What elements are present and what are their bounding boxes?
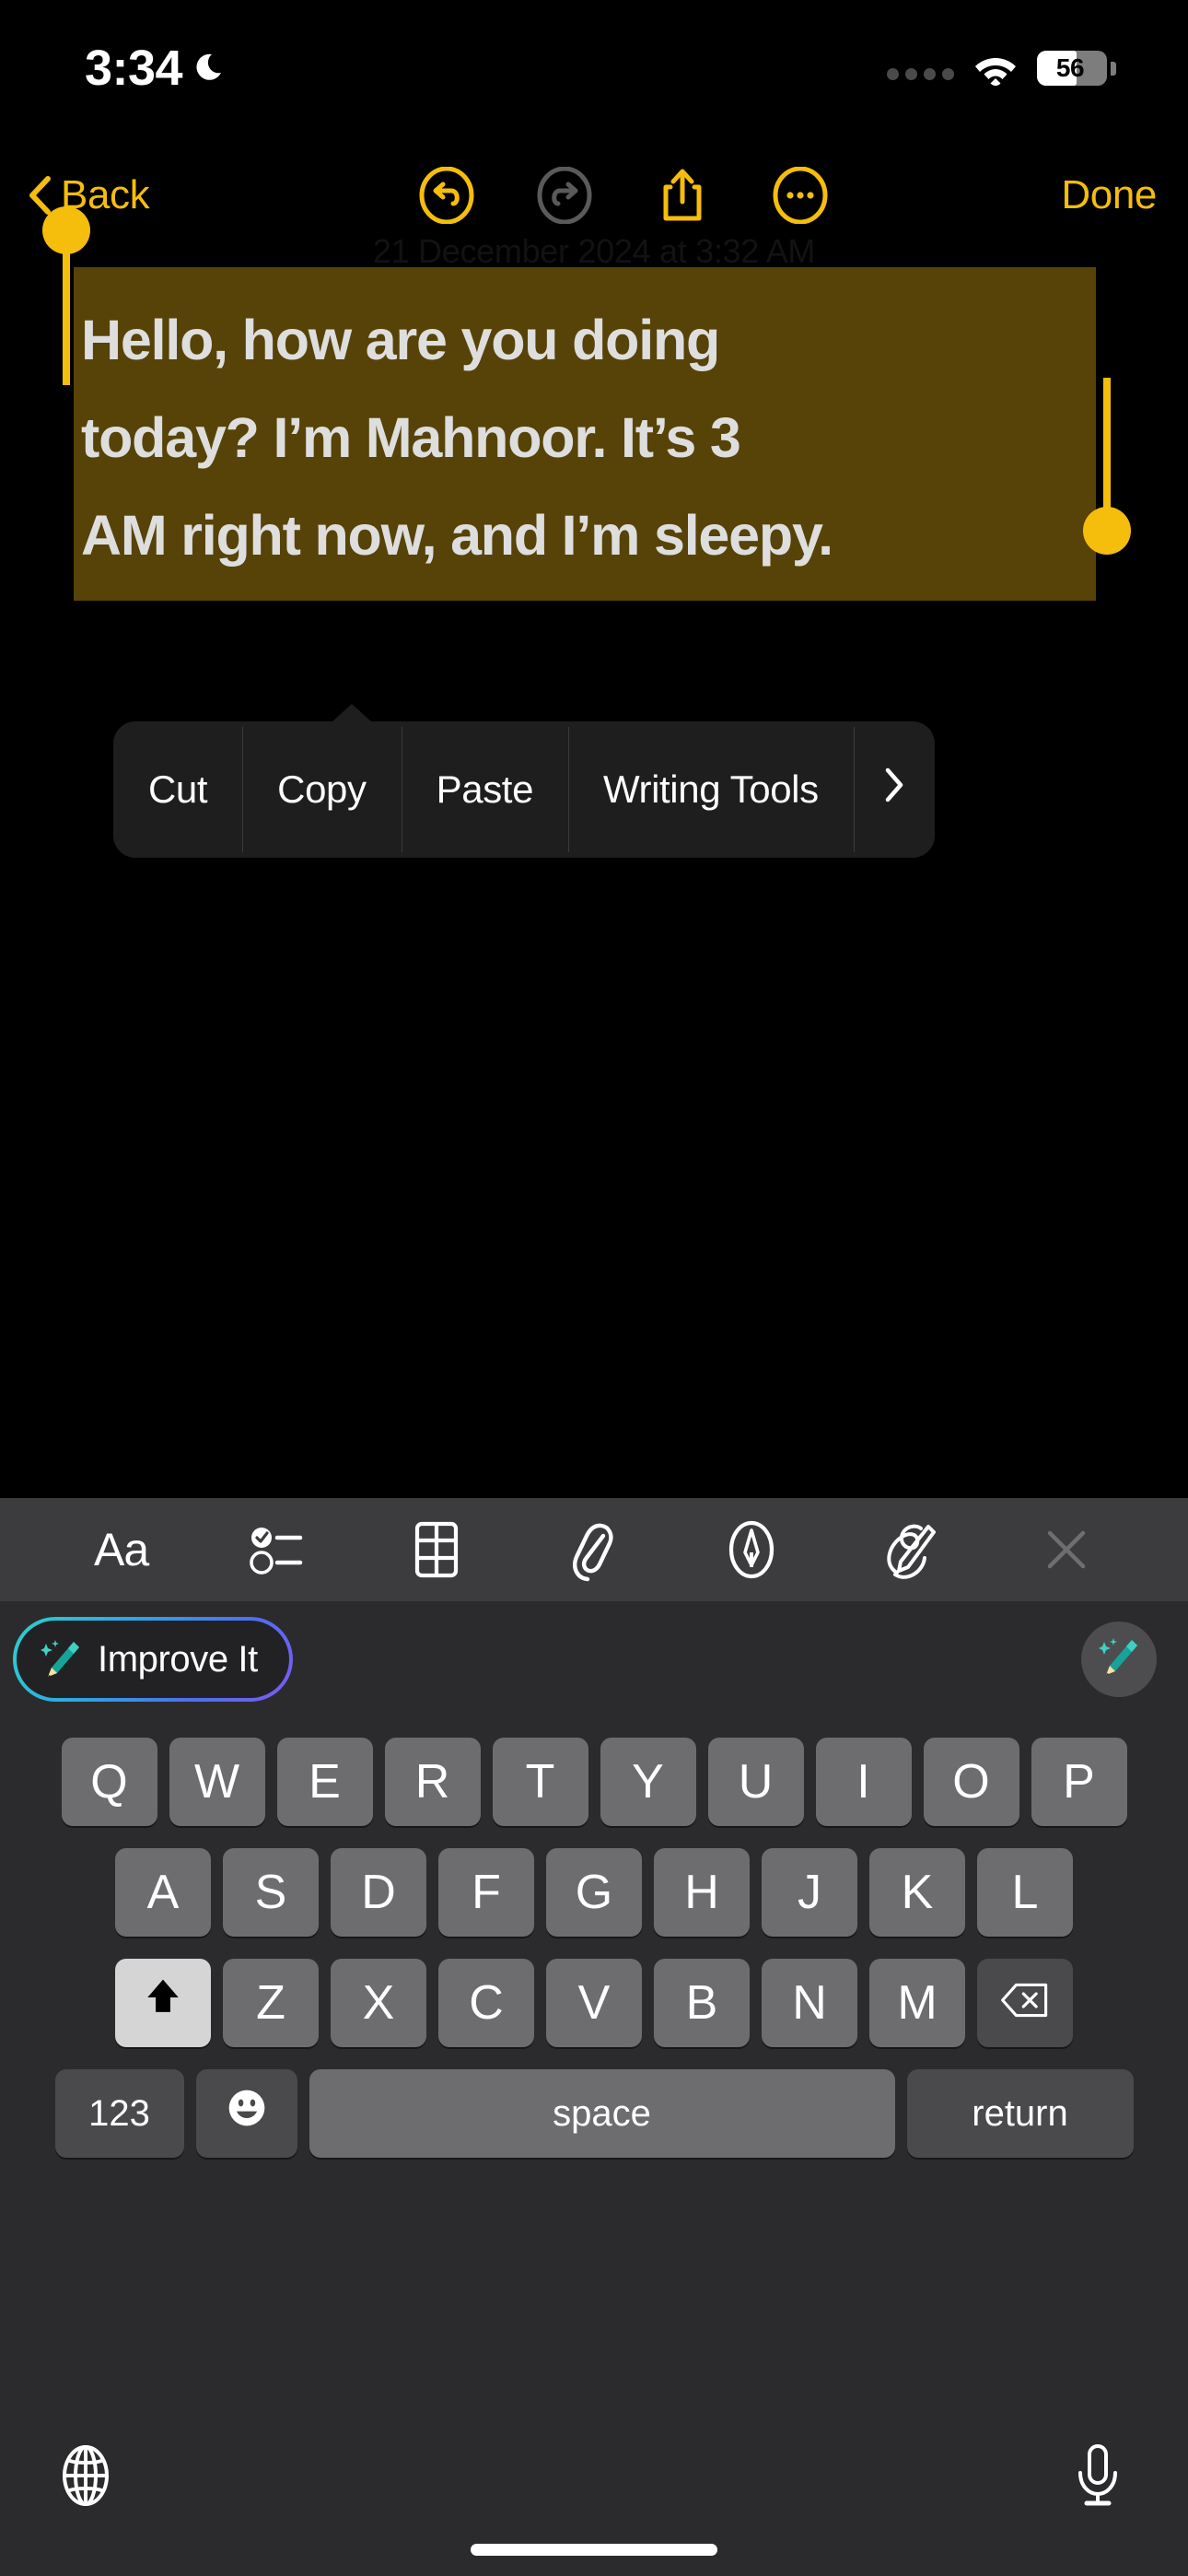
note-line: today? I’m Mahnoor. It’s 3 bbox=[81, 406, 741, 469]
keyboard-row-4: 123 space return bbox=[0, 2047, 1188, 2158]
backspace-delete-icon bbox=[999, 1975, 1051, 2031]
key-i[interactable]: I bbox=[815, 1738, 912, 1826]
checklist-icon[interactable] bbox=[239, 1515, 319, 1585]
microphone-dictation-icon[interactable] bbox=[1072, 2442, 1133, 2509]
context-menu-item-copy[interactable]: Copy bbox=[242, 721, 401, 858]
note-line: AM right now, and I’m sleepy. bbox=[81, 504, 833, 567]
selected-text-block[interactable]: Hello, how are you doing today? I’m Mahn… bbox=[74, 267, 1096, 601]
keyboard-row-3: Z X C V B N M bbox=[0, 1937, 1188, 2047]
chevron-left-icon bbox=[28, 176, 52, 215]
return-key[interactable]: return bbox=[906, 2069, 1134, 2158]
key-e[interactable]: E bbox=[276, 1738, 373, 1826]
shift-up-arrow-icon bbox=[143, 1975, 183, 2031]
context-menu-next-page-button[interactable] bbox=[853, 721, 935, 858]
context-menu-item-writing-tools[interactable]: Writing Tools bbox=[568, 721, 854, 858]
on-screen-keyboard: Q W E R T Y U I O P A S D F G H J K L Z … bbox=[0, 1717, 1188, 2576]
shift-key[interactable] bbox=[115, 1959, 211, 2047]
ellipsis-circle-icon[interactable] bbox=[772, 167, 829, 224]
status-bar-right: 56 bbox=[887, 51, 1116, 86]
status-bar-time: 3:34 bbox=[85, 41, 183, 96]
magic-pencil-icon bbox=[41, 1638, 81, 1680]
key-k[interactable]: K bbox=[869, 1848, 965, 1937]
markup-pen-icon[interactable] bbox=[712, 1515, 791, 1585]
close-icon[interactable] bbox=[1027, 1515, 1106, 1585]
selection-handle-start[interactable] bbox=[42, 206, 90, 385]
key-c[interactable]: C bbox=[438, 1959, 534, 2047]
writing-assistant-button[interactable] bbox=[1081, 1622, 1157, 1697]
improve-it-button[interactable]: Improve It bbox=[17, 1621, 289, 1698]
key-f[interactable]: F bbox=[438, 1848, 534, 1937]
key-n[interactable]: N bbox=[762, 1959, 857, 2047]
cellular-dots-icon bbox=[887, 56, 954, 80]
keyboard-row-1: Q W E R T Y U I O P bbox=[0, 1717, 1188, 1826]
magic-pencil-icon bbox=[1099, 1636, 1139, 1683]
keyboard-row-2: A S D F G H J K L bbox=[0, 1826, 1188, 1937]
key-w[interactable]: W bbox=[169, 1738, 265, 1826]
key-p[interactable]: P bbox=[1031, 1738, 1127, 1826]
context-menu-item-cut[interactable]: Cut bbox=[113, 721, 242, 858]
key-s[interactable]: S bbox=[223, 1848, 319, 1937]
globe-language-icon[interactable] bbox=[55, 2442, 116, 2509]
context-menu-item-paste[interactable]: Paste bbox=[401, 721, 568, 858]
done-button[interactable]: Done bbox=[1061, 172, 1157, 218]
improve-it-label: Improve It bbox=[98, 1638, 258, 1680]
key-a[interactable]: A bbox=[115, 1848, 211, 1937]
key-h[interactable]: H bbox=[654, 1848, 750, 1937]
table-icon[interactable] bbox=[397, 1515, 476, 1585]
key-l[interactable]: L bbox=[977, 1848, 1073, 1937]
key-b[interactable]: B bbox=[654, 1959, 750, 2047]
redo-icon bbox=[536, 167, 593, 224]
iphone-screen: 3:34 56 Back Done 21 December 2024 at 3:… bbox=[0, 0, 1188, 2576]
scribble-icon[interactable] bbox=[869, 1515, 949, 1585]
selection-handle-end[interactable] bbox=[1083, 378, 1131, 555]
key-v[interactable]: V bbox=[546, 1959, 642, 2047]
attachment-paperclip-icon[interactable] bbox=[554, 1515, 634, 1585]
key-t[interactable]: T bbox=[492, 1738, 588, 1826]
space-key[interactable]: space bbox=[309, 2069, 895, 2158]
battery-body: 56 bbox=[1037, 51, 1107, 86]
status-bar-left: 3:34 bbox=[85, 40, 230, 97]
key-u[interactable]: U bbox=[707, 1738, 804, 1826]
navigation-bar: Back Done bbox=[0, 158, 1188, 232]
battery-level-label: 56 bbox=[1055, 53, 1085, 82]
key-m[interactable]: M bbox=[869, 1959, 965, 2047]
key-j[interactable]: J bbox=[762, 1848, 857, 1937]
improve-it-button-border: Improve It bbox=[13, 1617, 293, 1702]
key-y[interactable]: Y bbox=[600, 1738, 696, 1826]
nav-actions bbox=[186, 167, 1061, 224]
home-indicator[interactable] bbox=[471, 2544, 717, 2556]
key-o[interactable]: O bbox=[923, 1738, 1019, 1826]
key-d[interactable]: D bbox=[331, 1848, 426, 1937]
text-format-icon[interactable]: Aa bbox=[82, 1515, 161, 1585]
chevron-right-icon bbox=[883, 767, 905, 813]
note-date-label: 21 December 2024 at 3:32 AM bbox=[372, 232, 816, 270]
text-context-menu: Cut Copy Paste Writing Tools bbox=[113, 704, 935, 858]
status-bar: 3:34 56 bbox=[0, 0, 1188, 111]
key-x[interactable]: X bbox=[331, 1959, 426, 2047]
backspace-key[interactable] bbox=[977, 1959, 1073, 2047]
key-q[interactable]: Q bbox=[61, 1738, 157, 1826]
wifi-icon bbox=[973, 51, 1019, 86]
text-format-label: Aa bbox=[93, 1524, 149, 1575]
crescent-moon-icon bbox=[193, 50, 230, 87]
note-line: Hello, how are you doing bbox=[81, 309, 720, 371]
undo-icon[interactable] bbox=[418, 167, 475, 224]
context-menu-pointer bbox=[332, 704, 372, 722]
share-icon[interactable] bbox=[654, 167, 711, 224]
format-toolbar: Aa bbox=[0, 1498, 1188, 1601]
battery-cap bbox=[1111, 61, 1116, 76]
key-z[interactable]: Z bbox=[223, 1959, 319, 2047]
emoji-key[interactable] bbox=[195, 2069, 297, 2158]
key-g[interactable]: G bbox=[546, 1848, 642, 1937]
key-r[interactable]: R bbox=[384, 1738, 481, 1826]
numbers-key[interactable]: 123 bbox=[54, 2069, 184, 2158]
battery-indicator: 56 bbox=[1037, 51, 1116, 86]
back-button[interactable]: Back bbox=[28, 172, 150, 218]
emoji-smiley-icon bbox=[226, 2086, 268, 2141]
writing-suggestion-bar: Improve It bbox=[0, 1601, 1188, 1717]
